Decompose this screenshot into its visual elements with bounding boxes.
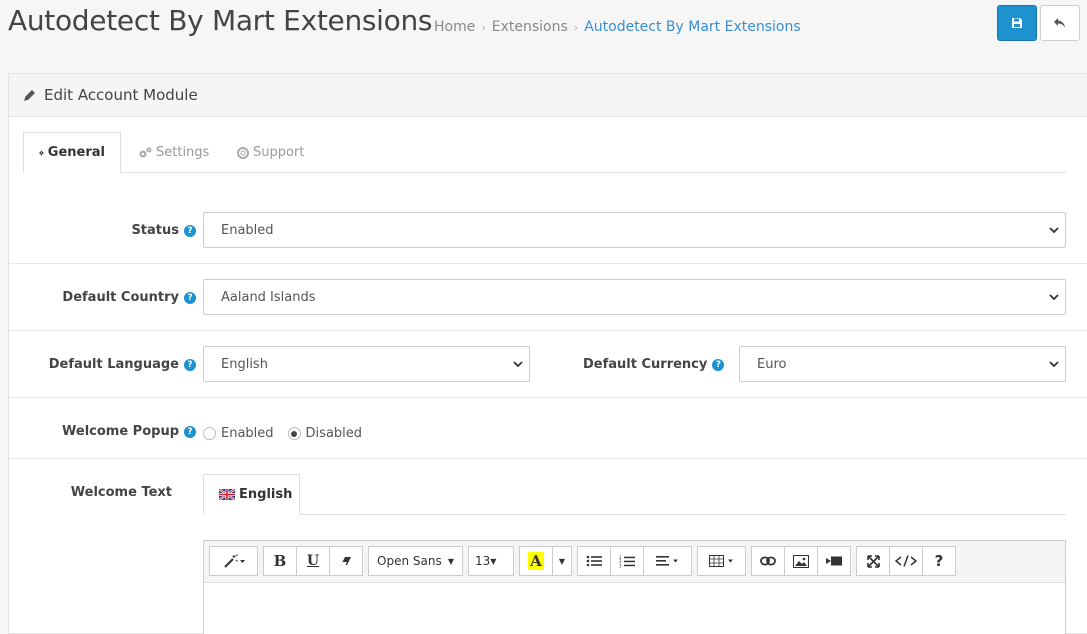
expand-icon [866, 554, 880, 568]
bold-button[interactable]: B [263, 546, 297, 576]
style-button[interactable] [209, 546, 258, 576]
font-size-dropdown[interactable]: 13 ▼ [468, 546, 514, 576]
status-select[interactable]: Enabled [203, 212, 1066, 248]
underline-button[interactable]: U [296, 546, 330, 576]
welcome-popup-row: Welcome Popup? Enabled Disabled [9, 398, 1087, 459]
table-icon [708, 555, 733, 567]
caret-down-icon: ▼ [558, 556, 566, 566]
help-icon: ? [184, 358, 196, 371]
panel-heading: Edit Account Module [9, 74, 1087, 117]
editor-toolbar: B U Open Sans ▼ 13 ▼ A ▼ 123 ? [204, 541, 1065, 583]
tab-general-label: General [47, 145, 105, 160]
welcome-text-language-tabs: English [203, 474, 1066, 515]
tab-settings-label: Settings [156, 145, 210, 160]
default-language-select[interactable]: English [203, 346, 530, 382]
image-button[interactable] [784, 546, 818, 576]
tab-support-label: Support [253, 145, 305, 160]
ordered-list-button[interactable]: 123 [610, 546, 644, 576]
default-currency-select[interactable]: Euro [739, 346, 1066, 382]
help-icon: ? [184, 224, 196, 237]
save-icon [1012, 18, 1022, 28]
default-country-select[interactable]: Aaland Islands [203, 279, 1066, 315]
chevron-down-icon [1049, 361, 1059, 368]
underline-icon: U [306, 553, 320, 569]
list-ol-icon: 123 [619, 555, 635, 568]
clear-format-button[interactable] [329, 546, 363, 576]
tab-support[interactable]: Support [222, 132, 319, 173]
breadcrumb-home[interactable]: Home [434, 19, 475, 35]
link-button[interactable] [751, 546, 785, 576]
page-title: Autodetect By Mart Extensions [8, 4, 433, 37]
help-icon: ? [184, 291, 196, 304]
edit-panel: Edit Account Module General Settings Sup… [8, 73, 1087, 634]
default-currency-label: Default Currency? [583, 357, 725, 372]
welcome-popup-disabled-radio[interactable] [287, 427, 301, 440]
welcome-popup-enabled-label[interactable]: Enabled [221, 426, 274, 441]
gear-icon [39, 150, 44, 155]
breadcrumb-separator-icon: › [573, 21, 579, 34]
welcome-popup-enabled-radio[interactable] [203, 427, 216, 440]
back-button[interactable] [1040, 5, 1080, 41]
link-icon [760, 556, 776, 566]
pencil-icon [24, 89, 35, 101]
reply-icon [1054, 18, 1065, 28]
svg-text:3: 3 [619, 563, 622, 568]
welcome-text-label: Welcome Text [70, 485, 172, 500]
font-family-dropdown[interactable]: Open Sans ▼ [368, 546, 463, 576]
help-button[interactable]: ? [922, 546, 956, 576]
breadcrumb-separator-icon: › [481, 21, 486, 34]
breadcrumb: Home › Extensions › Autodetect By Mart Exten… [434, 19, 801, 35]
tab-settings[interactable]: Settings [123, 132, 224, 173]
tab-general[interactable]: General [23, 132, 121, 173]
welcome-popup-radio-group: Enabled Disabled [203, 426, 362, 441]
welcome-popup-disabled-label[interactable]: Disabled [306, 426, 362, 441]
fullscreen-button[interactable] [856, 546, 890, 576]
text-color-button[interactable]: A [519, 546, 553, 576]
code-view-button[interactable] [889, 546, 923, 576]
table-dropdown[interactable] [697, 546, 746, 576]
editor-content-area[interactable] [204, 583, 1065, 634]
default-country-row: Default Country? Aaland Islands [9, 264, 1087, 331]
help-icon: ? [184, 425, 196, 438]
chevron-down-icon [1049, 227, 1059, 234]
module-tabs: General Settings Support [23, 132, 1066, 173]
list-ul-icon [586, 555, 602, 567]
default-language-label: Default Language? [49, 357, 196, 372]
tab-language-english[interactable]: English [203, 474, 300, 515]
align-left-icon [655, 556, 678, 566]
breadcrumb-current[interactable]: Autodetect By Mart Extensions [584, 19, 800, 35]
welcome-popup-label: Welcome Popup? [62, 424, 196, 439]
question-icon: ? [934, 552, 944, 570]
default-country-label: Default Country? [62, 290, 196, 305]
welcome-text-editor: B U Open Sans ▼ 13 ▼ A ▼ 123 ? [203, 540, 1066, 634]
life-ring-icon [237, 146, 249, 159]
paragraph-align-dropdown[interactable] [643, 546, 692, 576]
caret-down-icon: ▼ [447, 556, 454, 566]
caret-down-icon: ▼ [490, 556, 497, 566]
language-currency-row: Default Language? English Default Curren… [9, 331, 1087, 398]
eraser-icon [341, 557, 351, 565]
status-row: Status? Enabled [9, 197, 1087, 264]
help-icon: ? [712, 358, 725, 371]
bold-icon: B [273, 552, 287, 570]
gears-icon [139, 147, 152, 157]
uk-flag-icon [219, 489, 235, 500]
save-button[interactable] [997, 5, 1037, 41]
unordered-list-button[interactable] [577, 546, 611, 576]
magic-wand-icon [223, 554, 245, 568]
font-color-icon: A [528, 552, 544, 570]
video-icon [826, 556, 842, 566]
text-color-dropdown[interactable]: ▼ [552, 546, 572, 576]
chevron-down-icon [513, 361, 523, 368]
panel-title: Edit Account Module [44, 86, 198, 104]
image-icon [793, 554, 809, 568]
video-button[interactable] [817, 546, 851, 576]
chevron-down-icon [1049, 294, 1059, 301]
status-label: Status? [131, 223, 196, 238]
code-icon [895, 555, 917, 567]
breadcrumb-extensions[interactable]: Extensions [492, 19, 568, 35]
